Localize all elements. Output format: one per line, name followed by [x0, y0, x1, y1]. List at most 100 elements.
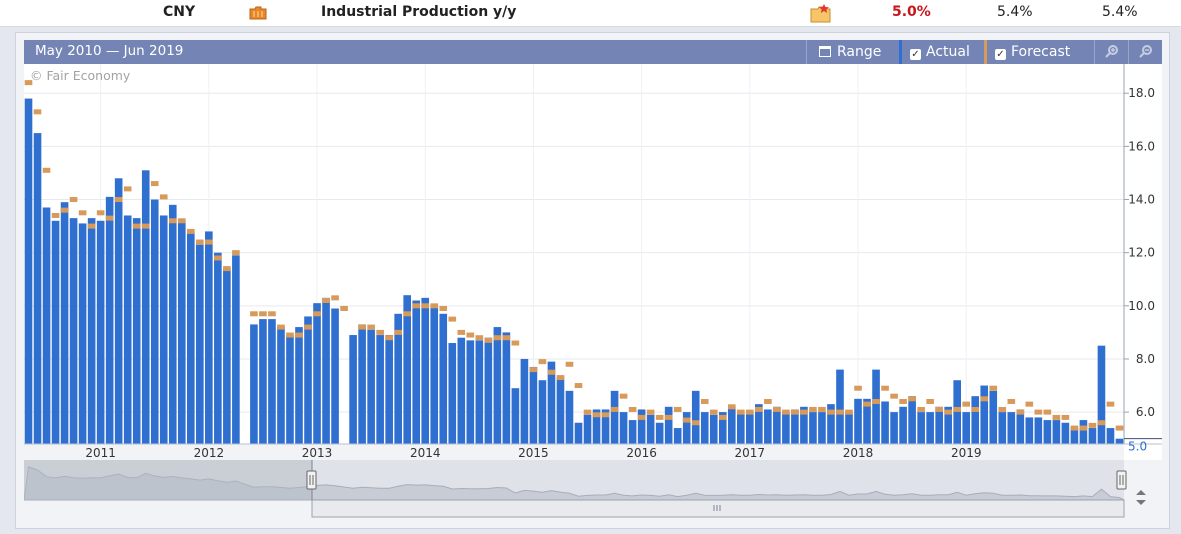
forecast-marker [818, 406, 826, 412]
actual-bar [268, 319, 276, 444]
actual-bar [935, 406, 943, 444]
forecast-marker [87, 223, 96, 229]
x-tick-label: 2013 [302, 446, 333, 460]
forecast-marker [836, 409, 844, 415]
actual-bar [493, 327, 502, 444]
actual-bar [87, 218, 96, 444]
forecast-marker [186, 228, 195, 234]
forecast-marker [547, 369, 556, 375]
actual-bar [51, 220, 60, 444]
actual-bar [538, 380, 547, 444]
forecast-marker [385, 335, 393, 341]
forecast-marker [709, 409, 718, 415]
industrial-production-chart[interactable]: 6.08.010.012.014.016.018.0 2011 2012 2013 2… [24, 64, 1162, 460]
forecast-marker [556, 375, 565, 381]
forecast-marker [619, 393, 628, 399]
y-tick-label: 10.0 [1128, 299, 1155, 313]
forecast-toggle-label: Forecast [1011, 44, 1071, 60]
forecast-marker [827, 409, 835, 415]
navigator-left-handle[interactable] [306, 470, 317, 490]
forecast-marker [962, 401, 971, 407]
actual-bar [1061, 422, 1070, 444]
y-tick-label: 16.0 [1128, 139, 1155, 153]
forecast-marker [746, 409, 754, 415]
forecast-marker [493, 335, 502, 341]
actual-bar [96, 220, 105, 444]
forecast-marker [367, 324, 375, 330]
actual-bar [448, 343, 457, 444]
y-tick-label: 18.0 [1128, 86, 1155, 100]
forecast-marker [286, 332, 294, 338]
forecast-marker [51, 212, 60, 218]
forecast-marker [899, 398, 907, 404]
forecast-marker [268, 311, 276, 317]
actual-bar [962, 412, 971, 444]
actual-bar [1034, 417, 1043, 444]
actual-bar [250, 324, 258, 444]
forecast-marker [538, 359, 547, 365]
actual-bar [809, 412, 817, 444]
x-tick-label: 2011 [85, 446, 116, 460]
navigator-scrollbar[interactable] [311, 499, 1125, 518]
actual-bar [989, 390, 998, 444]
range-button[interactable]: Range [806, 40, 898, 64]
actual-bar [475, 340, 484, 444]
calendar-event-row[interactable]: CNY Industrial Production y/y 5.0% 5.4% … [0, 0, 1181, 27]
navigator-right-handle[interactable] [1116, 470, 1127, 490]
forecast-marker [592, 412, 601, 418]
actual-value: 5.0% [892, 4, 931, 20]
range-navigator[interactable] [24, 460, 1162, 520]
last-value-label: 5.0 [1128, 440, 1147, 454]
forecast-marker [177, 218, 186, 224]
forecast-marker [890, 393, 898, 399]
zoom-out-button[interactable] [1128, 40, 1162, 64]
forecast-marker [511, 340, 520, 346]
actual-bar [565, 390, 574, 444]
actual-bar [205, 231, 213, 444]
actual-bar [439, 313, 448, 444]
actual-bar [60, 202, 69, 444]
forecast-marker [881, 385, 889, 391]
actual-toggle[interactable]: ✓ Actual [899, 40, 981, 64]
actual-bar [403, 295, 412, 444]
forecast-marker [223, 266, 231, 272]
forecast-marker [250, 311, 258, 317]
actual-bar [1106, 428, 1115, 444]
forecast-marker [42, 167, 51, 173]
axis-background [1124, 64, 1162, 460]
actual-bar [232, 255, 240, 444]
forecast-marker [944, 409, 952, 415]
zoom-in-button[interactable] [1094, 40, 1128, 64]
forecast-marker [610, 406, 619, 412]
forecast-marker [1097, 420, 1106, 426]
forecast-marker [637, 414, 646, 420]
forecast-marker [664, 414, 673, 420]
actual-bar [304, 316, 312, 444]
actual-bar [24, 98, 33, 444]
actual-bar [574, 422, 583, 444]
actual-bar [736, 412, 745, 444]
forecast-marker [376, 329, 384, 335]
actual-bar [709, 414, 718, 444]
forecast-marker [159, 194, 168, 200]
y-tick-label: 6.0 [1136, 405, 1155, 419]
checkbox-checked-icon: ✓ [995, 49, 1006, 60]
forecast-marker [646, 409, 655, 415]
actual-bar [1097, 345, 1106, 444]
actual-bar [908, 396, 916, 444]
actual-bar [286, 335, 294, 444]
event-title[interactable]: Industrial Production y/y [321, 4, 516, 20]
navigator-updown-icon[interactable] [1136, 490, 1146, 505]
actual-bar [1043, 420, 1052, 444]
detail-folder-icon[interactable] [810, 3, 832, 23]
forecast-marker [232, 250, 240, 256]
actual-bar [295, 327, 303, 444]
forecast-marker [998, 406, 1007, 412]
forecast-marker [475, 335, 484, 341]
forecast-value: 5.4% [997, 4, 1033, 20]
forecast-toggle[interactable]: ✓ Forecast [984, 40, 1084, 64]
forecast-marker [331, 295, 339, 301]
forecast-marker [782, 409, 790, 415]
forecast-marker [917, 406, 925, 412]
forecast-marker [322, 298, 330, 304]
